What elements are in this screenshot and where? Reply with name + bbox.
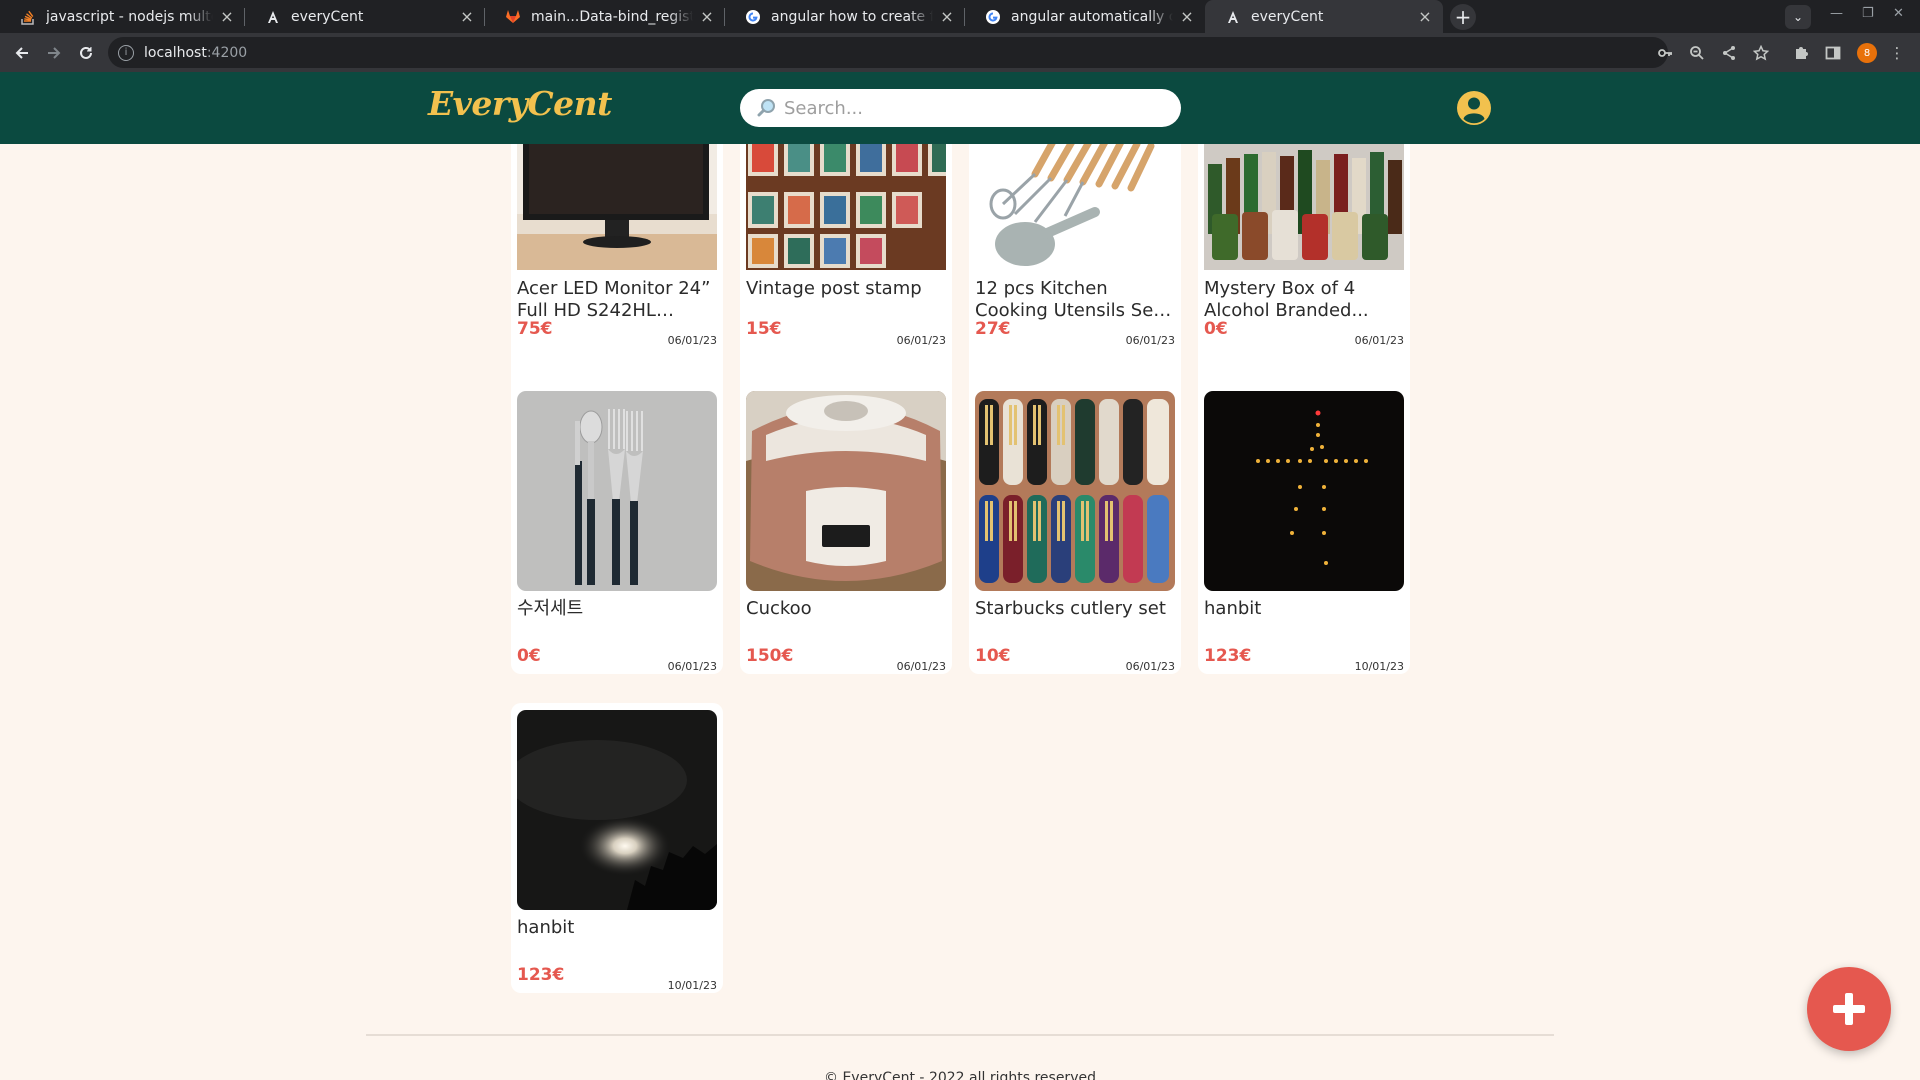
browser-tab[interactable]: angular how to create fol × — [725, 0, 965, 33]
reload-icon[interactable] — [74, 41, 98, 65]
browser-tab-bar: javascript - nodejs multer × everyCent ×… — [0, 0, 1920, 33]
google-icon — [985, 9, 1001, 25]
browser-toolbar: i localhost:4200 ⋮ — [0, 33, 1920, 72]
plus-icon — [1833, 993, 1865, 1025]
close-icon[interactable]: × — [939, 7, 955, 26]
zoom-icon[interactable] — [1687, 43, 1707, 63]
product-price: 27€ — [975, 319, 1011, 339]
browser-tab[interactable]: angular automatically cre × — [965, 0, 1205, 33]
main-content: Acer LED Monitor 24” Full HD S242HL 2ms.… — [0, 144, 1920, 1080]
product-name: Acer LED Monitor 24” Full HD S242HL 2ms.… — [517, 278, 711, 321]
product-image-cutlery-sets — [975, 391, 1175, 591]
close-icon[interactable]: × — [459, 7, 475, 26]
product-name: 수저세트 — [517, 598, 584, 619]
bookmark-star-icon[interactable] — [1751, 43, 1771, 63]
product-date: 06/01/23 — [667, 334, 717, 347]
product-name: hanbit — [1204, 598, 1262, 619]
product-image-rice-cooker — [746, 391, 946, 591]
angular-icon — [1225, 9, 1241, 25]
product-card[interactable]: Starbucks cutlery set 10€ 06/01/23 — [969, 384, 1181, 674]
browser-tab[interactable]: everyCent × — [245, 0, 485, 33]
product-price: 123€ — [1204, 646, 1252, 666]
user-avatar-icon[interactable] — [1456, 90, 1492, 126]
product-date: 10/01/23 — [667, 979, 717, 992]
close-icon[interactable]: × — [219, 7, 235, 26]
share-icon[interactable] — [1719, 43, 1739, 63]
close-window-icon[interactable]: ✕ — [1893, 6, 1904, 21]
footer-copyright: © EveryCent - 2022 all rights reserved — [824, 1070, 1096, 1080]
product-date: 06/01/23 — [1125, 660, 1175, 673]
product-card[interactable]: hanbit 123€ 10/01/23 — [511, 703, 723, 993]
side-panel-icon[interactable] — [1823, 43, 1843, 63]
restore-icon[interactable]: ❐ — [1862, 6, 1874, 21]
stackoverflow-icon — [20, 9, 36, 25]
back-icon[interactable] — [10, 41, 34, 65]
extensions-icon[interactable] — [1791, 43, 1811, 63]
minimize-icon[interactable]: — — [1830, 6, 1843, 21]
browser-tab[interactable]: javascript - nodejs multer × — [0, 0, 245, 33]
app-logo[interactable]: EveryCent — [428, 84, 612, 123]
close-icon[interactable]: × — [1417, 7, 1433, 26]
search-input[interactable] — [784, 97, 1164, 119]
browser-tab[interactable]: main...Data-bind_registe × — [485, 0, 725, 33]
product-date: 10/01/23 — [1354, 660, 1404, 673]
search-icon — [757, 99, 775, 117]
address-bar[interactable]: i localhost:4200 — [108, 37, 1668, 68]
google-icon — [745, 9, 761, 25]
add-product-button[interactable] — [1807, 967, 1891, 1051]
product-date: 06/01/23 — [1125, 334, 1175, 347]
product-image-candles — [1204, 391, 1404, 591]
key-icon[interactable] — [1655, 43, 1675, 63]
gitlab-icon — [505, 9, 521, 25]
tab-title: angular how to create fol — [771, 8, 933, 25]
product-price: 0€ — [1204, 319, 1228, 339]
product-image-moon — [517, 710, 717, 910]
product-card[interactable]: Cuckoo 150€ 06/01/23 — [740, 384, 952, 674]
product-name: 12 pcs Kitchen Cooking Utensils Set - Wo… — [975, 278, 1173, 321]
product-price: 10€ — [975, 646, 1011, 666]
url-port: :4200 — [206, 44, 248, 61]
product-date: 06/01/23 — [667, 660, 717, 673]
product-date: 06/01/23 — [1354, 334, 1404, 347]
tab-title: angular automatically cre — [1011, 8, 1173, 25]
tab-title: everyCent — [1251, 8, 1324, 25]
browser-profile-avatar[interactable]: 8 — [1857, 43, 1877, 63]
close-icon[interactable]: × — [1179, 7, 1195, 26]
new-tab-button[interactable]: + — [1450, 4, 1476, 30]
product-price: 0€ — [517, 646, 541, 666]
product-name: Cuckoo — [746, 598, 812, 619]
app-header: EveryCent — [0, 72, 1920, 144]
close-icon[interactable]: × — [699, 7, 715, 26]
product-card[interactable]: hanbit 123€ 10/01/23 — [1198, 384, 1410, 674]
product-image-cutlery — [517, 391, 717, 591]
product-card[interactable]: 수저세트 0€ 06/01/23 — [511, 384, 723, 674]
product-price: 75€ — [517, 319, 553, 339]
product-image-stamps — [746, 144, 946, 334]
angular-icon — [265, 9, 281, 25]
tab-title: javascript - nodejs multer — [46, 8, 213, 25]
product-price: 123€ — [517, 965, 565, 985]
tab-title: main...Data-bind_registe — [531, 8, 693, 25]
product-name: Vintage post stamp — [746, 278, 922, 299]
product-name: Starbucks cutlery set — [975, 598, 1166, 619]
forward-icon[interactable] — [42, 41, 66, 65]
product-price: 150€ — [746, 646, 794, 666]
site-info-icon[interactable]: i — [118, 44, 134, 61]
product-name: hanbit — [517, 917, 575, 938]
browser-tab-active[interactable]: everyCent × — [1205, 0, 1443, 33]
product-date: 06/01/23 — [896, 334, 946, 347]
footer-divider — [366, 1034, 1554, 1036]
product-date: 06/01/23 — [896, 660, 946, 673]
more-menu-icon[interactable]: ⋮ — [1887, 43, 1907, 63]
search-bar[interactable] — [740, 89, 1181, 127]
product-price: 15€ — [746, 319, 782, 339]
url-host: localhost — [144, 44, 207, 61]
tab-search-icon[interactable]: ⌄ — [1785, 5, 1811, 29]
product-name: Mystery Box of 4 Alcohol Branded... — [1204, 278, 1369, 321]
tab-title: everyCent — [291, 8, 364, 25]
